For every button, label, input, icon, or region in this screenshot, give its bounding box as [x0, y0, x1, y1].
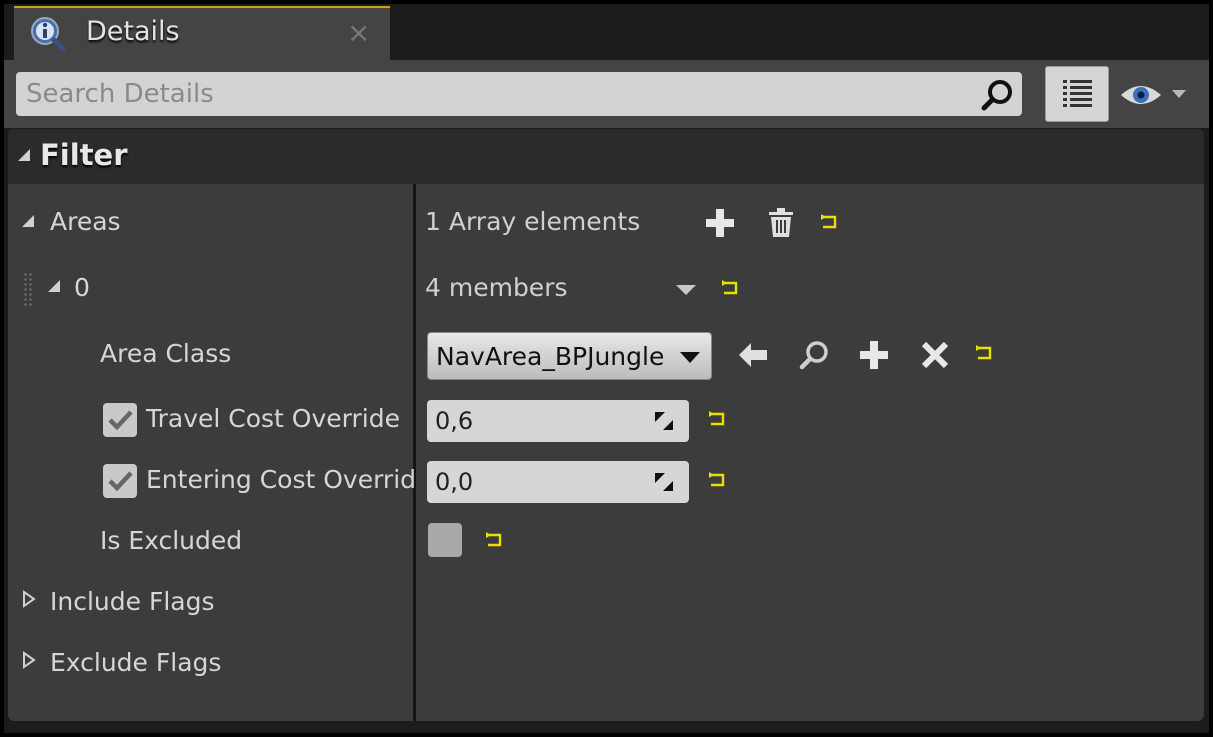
reset-to-default-icon[interactable] — [708, 410, 728, 430]
travel-cost-field[interactable] — [427, 400, 689, 442]
areas-count: 1 Array elements — [425, 207, 641, 236]
reset-to-default-icon[interactable] — [975, 344, 995, 364]
plus-icon[interactable] — [704, 207, 736, 239]
reset-to-default-icon[interactable] — [708, 471, 728, 491]
details-info-icon — [31, 17, 66, 52]
include-flags-label[interactable]: Include Flags — [50, 587, 215, 616]
filter-category-title: Filter — [40, 138, 128, 172]
search-icon[interactable] — [980, 78, 1016, 112]
slider-handle-icon[interactable] — [653, 471, 675, 493]
is-excluded-checkbox[interactable] — [428, 523, 462, 557]
search-input[interactable] — [26, 72, 956, 116]
details-panel-window: Details × Search Details Filter Areas 1 … — [4, 4, 1209, 733]
reset-to-default-icon[interactable] — [721, 279, 741, 299]
filter-category-header[interactable]: Filter — [8, 129, 1204, 184]
checkmark-icon — [108, 471, 133, 492]
tab-close-button[interactable]: × — [347, 19, 370, 47]
magnifier-icon[interactable] — [798, 339, 830, 371]
search-box — [16, 72, 1022, 116]
entering-cost-input[interactable] — [435, 461, 635, 503]
exclude-flags-label[interactable]: Exclude Flags — [50, 648, 221, 677]
areas-label: Areas — [50, 207, 121, 236]
entering-cost-label: Entering Cost Overrid — [146, 465, 414, 494]
expand-arrow-icon[interactable] — [22, 651, 36, 669]
travel-cost-label: Travel Cost Override — [146, 404, 400, 433]
tab-title: Details — [86, 16, 180, 47]
area-class-dropdown[interactable]: NavArea_BPJungle — [427, 332, 712, 380]
array-element-label: 0 — [74, 273, 90, 302]
element-expand-arrow-icon[interactable] — [48, 280, 60, 292]
trash-icon[interactable] — [765, 207, 797, 239]
checkmark-icon — [108, 410, 133, 431]
reset-to-default-icon[interactable] — [820, 213, 840, 233]
travel-cost-checkbox[interactable] — [103, 403, 137, 437]
area-class-value: NavArea_BPJungle — [436, 342, 665, 371]
left-arrow-icon[interactable] — [737, 339, 769, 371]
element-menu-arrow-icon[interactable] — [675, 283, 697, 297]
drag-handle-icon[interactable] — [23, 272, 33, 306]
details-toolbar — [4, 60, 1209, 128]
details-content: Filter Areas 1 Array elements 0 4 member… — [8, 129, 1204, 721]
x-icon[interactable] — [919, 339, 951, 371]
expand-arrow-icon[interactable] — [22, 590, 36, 608]
collapse-arrow-icon — [18, 149, 30, 161]
areas-expand-arrow-icon[interactable] — [22, 215, 34, 227]
plus-icon[interactable] — [858, 339, 890, 371]
reset-to-default-icon[interactable] — [485, 531, 505, 551]
list-view-icon — [1063, 80, 1092, 107]
chevron-down-icon — [680, 352, 700, 363]
members-count: 4 members — [425, 273, 568, 302]
column-splitter[interactable] — [413, 184, 416, 721]
view-options-button[interactable] — [1045, 66, 1109, 122]
details-tab[interactable]: Details × — [14, 6, 390, 60]
entering-cost-checkbox[interactable] — [103, 464, 137, 498]
slider-handle-icon[interactable] — [653, 410, 675, 432]
is-excluded-label: Is Excluded — [100, 526, 243, 555]
entering-cost-field[interactable] — [427, 461, 689, 503]
travel-cost-input[interactable] — [435, 400, 635, 442]
eye-icon[interactable] — [1117, 78, 1199, 112]
area-class-label: Area Class — [100, 339, 232, 368]
